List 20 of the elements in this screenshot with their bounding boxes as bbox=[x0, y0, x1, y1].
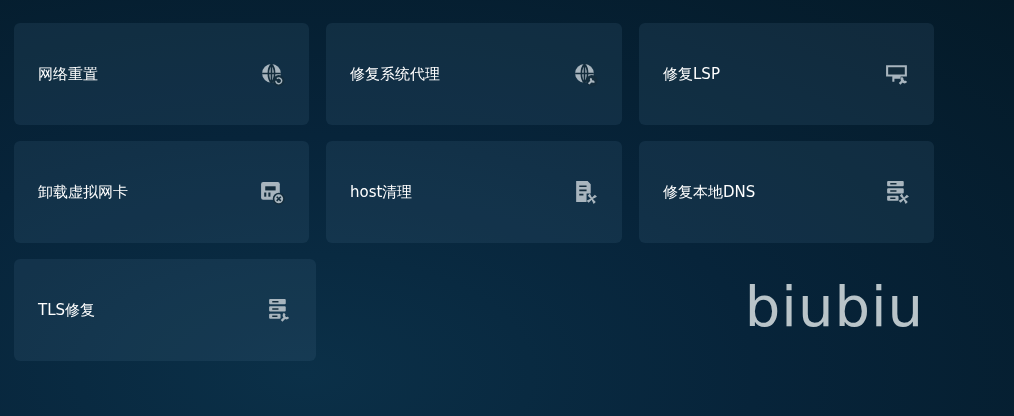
tool-card[interactable]: 网络重置 bbox=[14, 23, 309, 125]
globe-icon bbox=[572, 61, 598, 87]
tool-card[interactable]: 修复本地DNS bbox=[639, 141, 934, 243]
globe-icon bbox=[259, 61, 285, 87]
logo: biubiu bbox=[744, 279, 924, 335]
tool-card[interactable]: 卸载虚拟网卡 bbox=[14, 141, 309, 243]
tool-label: host清理 bbox=[350, 182, 413, 202]
network-card-icon bbox=[259, 179, 285, 205]
tool-label: 修复系统代理 bbox=[350, 64, 440, 84]
tool-label: 卸载虚拟网卡 bbox=[38, 182, 128, 202]
tool-label: TLS修复 bbox=[38, 300, 96, 320]
tool-label: 修复本地DNS bbox=[663, 182, 756, 202]
tool-card[interactable]: 修复LSP bbox=[639, 23, 934, 125]
tool-card[interactable]: 修复系统代理 bbox=[326, 23, 622, 125]
tool-label: 网络重置 bbox=[38, 64, 98, 84]
server-icon bbox=[266, 297, 292, 323]
tool-card[interactable]: host清理 bbox=[326, 141, 622, 243]
tool-card[interactable]: TLS修复 bbox=[14, 259, 316, 361]
server-icon bbox=[884, 179, 910, 205]
tool-label: 修复LSP bbox=[663, 64, 720, 84]
